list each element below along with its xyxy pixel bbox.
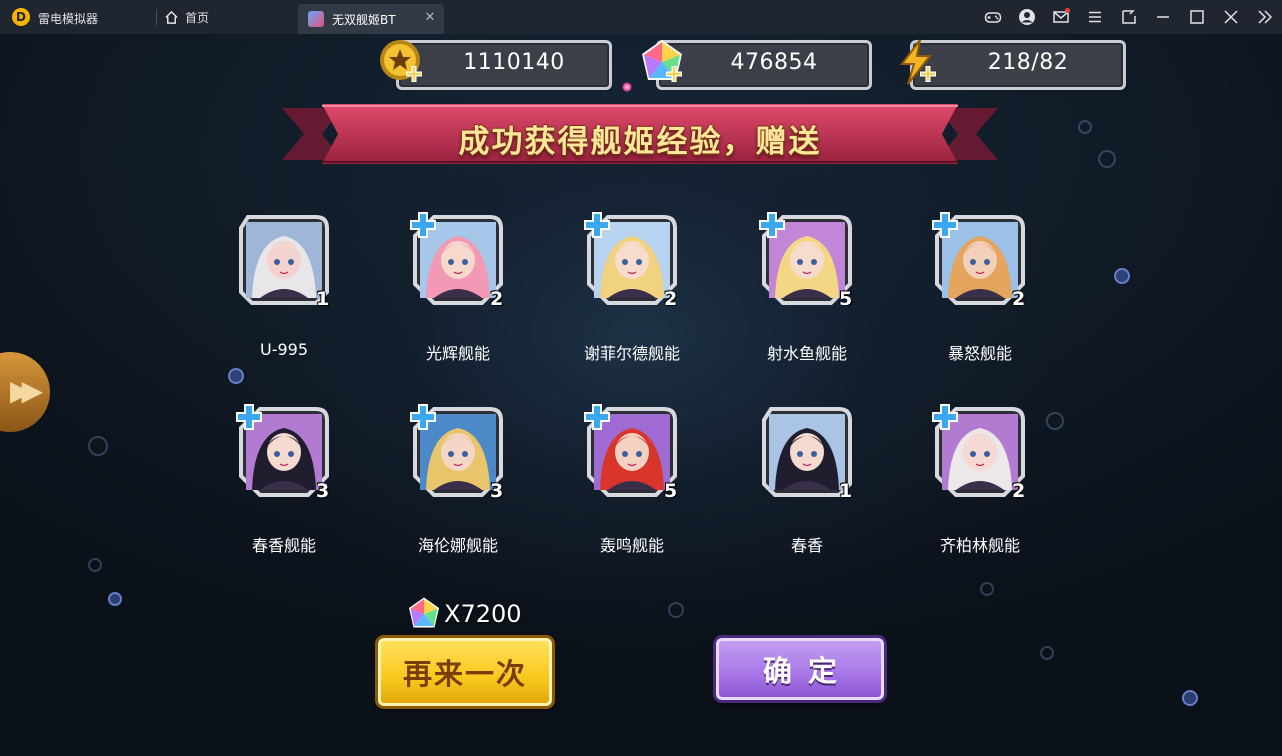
divider	[156, 9, 157, 25]
card-count: 1	[316, 288, 330, 310]
game-tab-label: 无双舰姬BT	[332, 12, 396, 27]
card-name: 光辉舰能	[425, 344, 490, 363]
card-count: 3	[316, 480, 330, 502]
gem-icon	[409, 597, 439, 628]
home-tab[interactable]: 首页	[164, 6, 209, 28]
bubble-decoration	[980, 582, 994, 596]
reward-card[interactable]: 1 U-995	[206, 214, 346, 364]
card-count: 2	[490, 288, 504, 310]
gem-currency-bar[interactable]: 476854	[638, 38, 872, 90]
card-name: 轰鸣舰能	[599, 536, 664, 555]
reward-card[interactable]: 3 春香舰能	[206, 404, 346, 556]
plus-badge-icon	[584, 404, 610, 430]
confirm-button[interactable]: 确定	[716, 638, 884, 700]
gold-currency-bar[interactable]: 1110140	[378, 38, 612, 90]
game-tab[interactable]: 无双舰姬BT ✕	[298, 4, 444, 34]
minimize-icon[interactable]	[1146, 0, 1180, 34]
reward-card[interactable]: 5 轰鸣舰能	[554, 404, 694, 556]
reward-card[interactable]: 2 谢菲尔德舰能	[554, 212, 694, 364]
gem-amount: 476854	[730, 50, 818, 75]
reward-card[interactable]: 1 春香	[729, 406, 869, 556]
window-controls	[976, 0, 1282, 34]
gamepad-icon[interactable]	[976, 0, 1010, 34]
plus-badge-icon	[759, 212, 785, 238]
bubble-decoration	[1114, 268, 1130, 284]
character-portrait	[769, 414, 845, 490]
double-arrow-icon: ▶▶	[10, 374, 43, 407]
card-count: 5	[664, 480, 678, 502]
bubble-decoration	[108, 592, 122, 606]
gem-reward-amount: X7200	[444, 600, 522, 628]
reward-card[interactable]: 5 射水鱼舰能	[729, 212, 869, 364]
plus-badge-icon	[410, 212, 436, 238]
plus-badge-icon	[932, 212, 958, 238]
card-name: 齐柏林舰能	[939, 536, 1020, 555]
bubble-decoration	[88, 436, 108, 456]
card-count: 2	[664, 288, 678, 310]
energy-amount: 218/82	[987, 50, 1069, 75]
reward-card[interactable]: 2 齐柏林舰能	[902, 404, 1042, 556]
plus-badge-icon	[584, 212, 610, 238]
bubble-decoration	[88, 558, 102, 572]
card-name: 春香	[790, 536, 823, 555]
banner-title: 成功获得舰姬经验，赠送	[458, 124, 822, 160]
reward-card[interactable]: 2 光辉舰能	[380, 212, 520, 364]
game-screen: ▶▶ 1110140 476854 218/82 成功获得舰姬经验，赠送 1 U…	[0, 34, 1282, 756]
plus-badge-icon	[236, 404, 262, 430]
menu-icon[interactable]	[1078, 0, 1112, 34]
bubble-decoration	[1046, 412, 1064, 430]
card-name: 海伦娜舰能	[417, 536, 498, 555]
card-count: 5	[839, 288, 853, 310]
notification-dot	[1065, 8, 1070, 13]
card-name: U-995	[259, 340, 309, 359]
home-icon	[165, 10, 178, 24]
bubble-decoration	[668, 602, 684, 618]
plus-badge-icon	[410, 404, 436, 430]
reward-card[interactable]: 3 海伦娜舰能	[380, 404, 520, 556]
reward-card[interactable]: 2 暴怒舰能	[902, 212, 1042, 364]
tab-close-icon[interactable]: ✕	[422, 10, 438, 26]
home-tab-label: 首页	[185, 10, 210, 25]
character-portrait	[246, 222, 322, 298]
emulator-logo-icon: D	[12, 8, 30, 26]
gem-reward: X7200	[406, 594, 522, 634]
bubble-decoration	[1040, 646, 1054, 660]
bubble-decoration	[1182, 690, 1198, 706]
emulator-title-bar: D 雷电模拟器 首页 无双舰姬BT ✕	[0, 0, 1282, 34]
gold-amount: 1110140	[463, 50, 565, 75]
energy-currency-bar[interactable]: 218/82	[892, 38, 1126, 90]
maximize-icon[interactable]	[1180, 0, 1214, 34]
card-count: 3	[490, 480, 504, 502]
collapse-icon[interactable]	[1248, 0, 1282, 34]
emulator-app-name: 雷电模拟器	[38, 12, 99, 26]
bubble-decoration	[228, 368, 244, 384]
bubble-decoration	[1078, 120, 1092, 134]
close-icon[interactable]	[1214, 0, 1248, 34]
mail-icon[interactable]	[1044, 0, 1078, 34]
plus-badge-icon	[932, 404, 958, 430]
result-banner: 成功获得舰姬经验，赠送	[282, 104, 998, 170]
user-icon[interactable]	[1010, 0, 1044, 34]
card-count: 2	[1012, 480, 1026, 502]
draw-again-button[interactable]: 再来一次	[378, 638, 552, 706]
bubble-decoration	[1098, 150, 1116, 168]
game-app-icon	[308, 11, 324, 27]
side-expand-button[interactable]: ▶▶	[0, 352, 50, 432]
card-count: 2	[1012, 288, 1026, 310]
sparkle-decoration	[622, 82, 632, 92]
card-name: 谢菲尔德舰能	[583, 344, 680, 363]
card-name: 暴怒舰能	[947, 344, 1012, 363]
card-name: 射水鱼舰能	[766, 344, 847, 363]
card-count: 1	[839, 480, 853, 502]
card-name: 春香舰能	[251, 536, 316, 555]
resize-icon[interactable]	[1112, 0, 1146, 34]
